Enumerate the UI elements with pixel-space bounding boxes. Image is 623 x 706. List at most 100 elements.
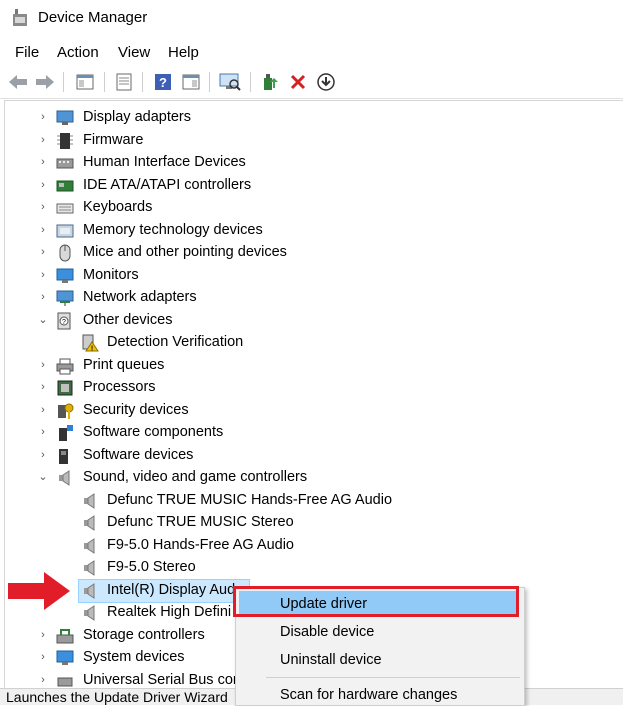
chevron-right-icon[interactable]: › xyxy=(37,381,49,393)
chevron-right-icon[interactable]: › xyxy=(37,404,49,416)
tree-item-firmware[interactable]: › Firmware xyxy=(5,130,623,152)
tree-item-sound-video-game-controllers[interactable]: ⌄ Sound, video and game controllers xyxy=(5,467,623,489)
tree-item-network-adapters[interactable]: › Network adapters xyxy=(5,287,623,309)
tree-item-other-devices[interactable]: ⌄ ? Other devices xyxy=(5,310,623,332)
chevron-right-icon[interactable]: › xyxy=(37,291,49,303)
chevron-right-icon[interactable]: › xyxy=(37,111,49,123)
speaker-icon xyxy=(84,493,95,509)
security-key-icon xyxy=(58,403,74,419)
chevron-right-icon[interactable]: › xyxy=(37,426,49,438)
tree-item-label: IDE ATA/ATAPI controllers xyxy=(83,177,252,193)
menu-item-disable-device[interactable]: Disable device xyxy=(280,624,374,640)
tree-item-label: Print queues xyxy=(83,357,165,373)
menu-item-scan-for-hardware-changes[interactable]: Scan for hardware changes xyxy=(280,687,457,703)
tree-item-software-devices[interactable]: › Software devices xyxy=(5,445,623,467)
menu-item-uninstall-device[interactable]: Uninstall device xyxy=(280,652,382,668)
tree-item-monitors[interactable]: › Monitors xyxy=(5,265,623,287)
annotation-highlight-box xyxy=(233,586,519,617)
warning-device-icon: ! xyxy=(82,334,99,353)
chevron-right-icon[interactable]: › xyxy=(37,449,49,461)
toolbar-separator xyxy=(142,72,143,92)
tree-item-mice-and-other-pointing-devices[interactable]: › Mice and other pointing devices xyxy=(5,242,623,264)
software-device-icon xyxy=(59,449,68,464)
show-hide-console-tree-icon[interactable] xyxy=(73,70,97,94)
tree-item-display-adapters[interactable]: › Display adapters xyxy=(5,107,623,129)
tree-item-defunc-hands-free[interactable]: Defunc TRUE MUSIC Hands-Free AG Audio xyxy=(5,490,623,512)
tree-item-label: Software devices xyxy=(83,447,194,463)
tree-item-label: Security devices xyxy=(83,402,189,418)
speaker-icon xyxy=(84,538,95,554)
chevron-down-icon[interactable]: ⌄ xyxy=(37,314,49,326)
mouse-icon xyxy=(59,244,71,262)
tree-item-label: Processors xyxy=(83,379,156,395)
chevron-down-icon[interactable]: ⌄ xyxy=(37,471,49,483)
toolbar-separator xyxy=(104,72,105,92)
tree-item-label: Intel(R) Display Aud xyxy=(107,582,236,598)
forward-icon[interactable] xyxy=(33,70,57,94)
status-text: Launches the Update Driver Wizard xyxy=(6,689,228,705)
tree-item-print-queues[interactable]: › Print queues xyxy=(5,355,623,377)
tree-item-label: Defunc TRUE MUSIC Stereo xyxy=(107,514,294,530)
uninstall-icon[interactable] xyxy=(286,70,310,94)
chevron-right-icon[interactable]: › xyxy=(37,224,49,236)
storage-controller-icon xyxy=(56,629,74,644)
firmware-chip-icon xyxy=(57,133,73,149)
tree-item-software-components[interactable]: › Software components xyxy=(5,422,623,444)
toolbar-separator xyxy=(209,72,210,92)
chevron-right-icon[interactable]: › xyxy=(37,179,49,191)
menu-help[interactable]: Help xyxy=(168,44,199,61)
menu-view[interactable]: View xyxy=(118,44,150,61)
help-icon[interactable]: ? xyxy=(151,70,175,94)
tree-item-processors[interactable]: › Processors xyxy=(5,377,623,399)
tree-item-label: Monitors xyxy=(83,267,139,283)
tree-item-label: Human Interface Devices xyxy=(83,154,246,170)
tree-item-detection-verification[interactable]: ! Detection Verification xyxy=(5,332,623,354)
chevron-right-icon[interactable]: › xyxy=(37,201,49,213)
tree-item-keyboards[interactable]: › Keyboards xyxy=(5,197,623,219)
properties-icon[interactable] xyxy=(112,70,136,94)
scan-hardware-icon[interactable] xyxy=(218,70,242,94)
tree-item-label: Sound, video and game controllers xyxy=(83,469,308,485)
back-icon[interactable] xyxy=(6,70,30,94)
menu-file[interactable]: File xyxy=(15,44,39,61)
tree-item-label: Keyboards xyxy=(83,199,153,215)
tree-item-f9-hands-free[interactable]: F9-5.0 Hands-Free AG Audio xyxy=(5,535,623,557)
memory-device-icon xyxy=(56,224,74,238)
update-driver-icon[interactable] xyxy=(258,70,282,94)
tree-item-defunc-stereo[interactable]: Defunc TRUE MUSIC Stereo xyxy=(5,512,623,534)
keyboard-icon xyxy=(56,203,74,214)
tree-item-label: F9-5.0 Stereo xyxy=(107,559,196,575)
speaker-icon xyxy=(84,560,95,576)
speaker-icon xyxy=(84,515,95,531)
menu-bar: File Action View Help xyxy=(0,42,623,64)
chevron-right-icon[interactable]: › xyxy=(37,269,49,281)
printer-icon xyxy=(56,358,74,375)
chevron-right-icon[interactable]: › xyxy=(37,246,49,258)
usb-controller-icon xyxy=(57,677,73,687)
hid-keyboard-icon xyxy=(56,158,74,169)
svg-text:!: ! xyxy=(91,346,93,353)
tree-item-memory-technology-devices[interactable]: › Memory technology devices xyxy=(5,220,623,242)
chevron-right-icon[interactable]: › xyxy=(37,629,49,641)
chevron-right-icon[interactable]: › xyxy=(37,156,49,168)
chevron-right-icon[interactable]: › xyxy=(37,674,49,686)
tree-item-label: Display adapters xyxy=(83,109,191,125)
tree-item-security-devices[interactable]: › Security devices xyxy=(5,400,623,422)
tree-item-label: Universal Serial Bus con xyxy=(83,672,241,688)
device-manager-app-icon xyxy=(13,9,27,26)
download-icon[interactable] xyxy=(314,70,338,94)
tree-item-ide-ata-atapi-controllers[interactable]: › IDE ATA/ATAPI controllers xyxy=(5,175,623,197)
tree-item-label: Detection Verification xyxy=(107,334,244,350)
chevron-right-icon[interactable]: › xyxy=(37,651,49,663)
chevron-right-icon[interactable]: › xyxy=(37,134,49,146)
tree-item-label: Other devices xyxy=(83,312,173,328)
show-action-pane-icon[interactable] xyxy=(179,70,203,94)
tree-item-human-interface-devices[interactable]: › Human Interface Devices xyxy=(5,152,623,174)
menu-action[interactable]: Action xyxy=(57,44,99,61)
chevron-right-icon[interactable]: › xyxy=(37,359,49,371)
menu-separator xyxy=(266,677,520,678)
tree-item-label: Defunc TRUE MUSIC Hands-Free AG Audio xyxy=(107,492,393,508)
tree-item-label: Memory technology devices xyxy=(83,222,263,238)
tree-item-label: Mice and other pointing devices xyxy=(83,244,287,260)
tree-item-f9-stereo[interactable]: F9-5.0 Stereo xyxy=(5,557,623,579)
